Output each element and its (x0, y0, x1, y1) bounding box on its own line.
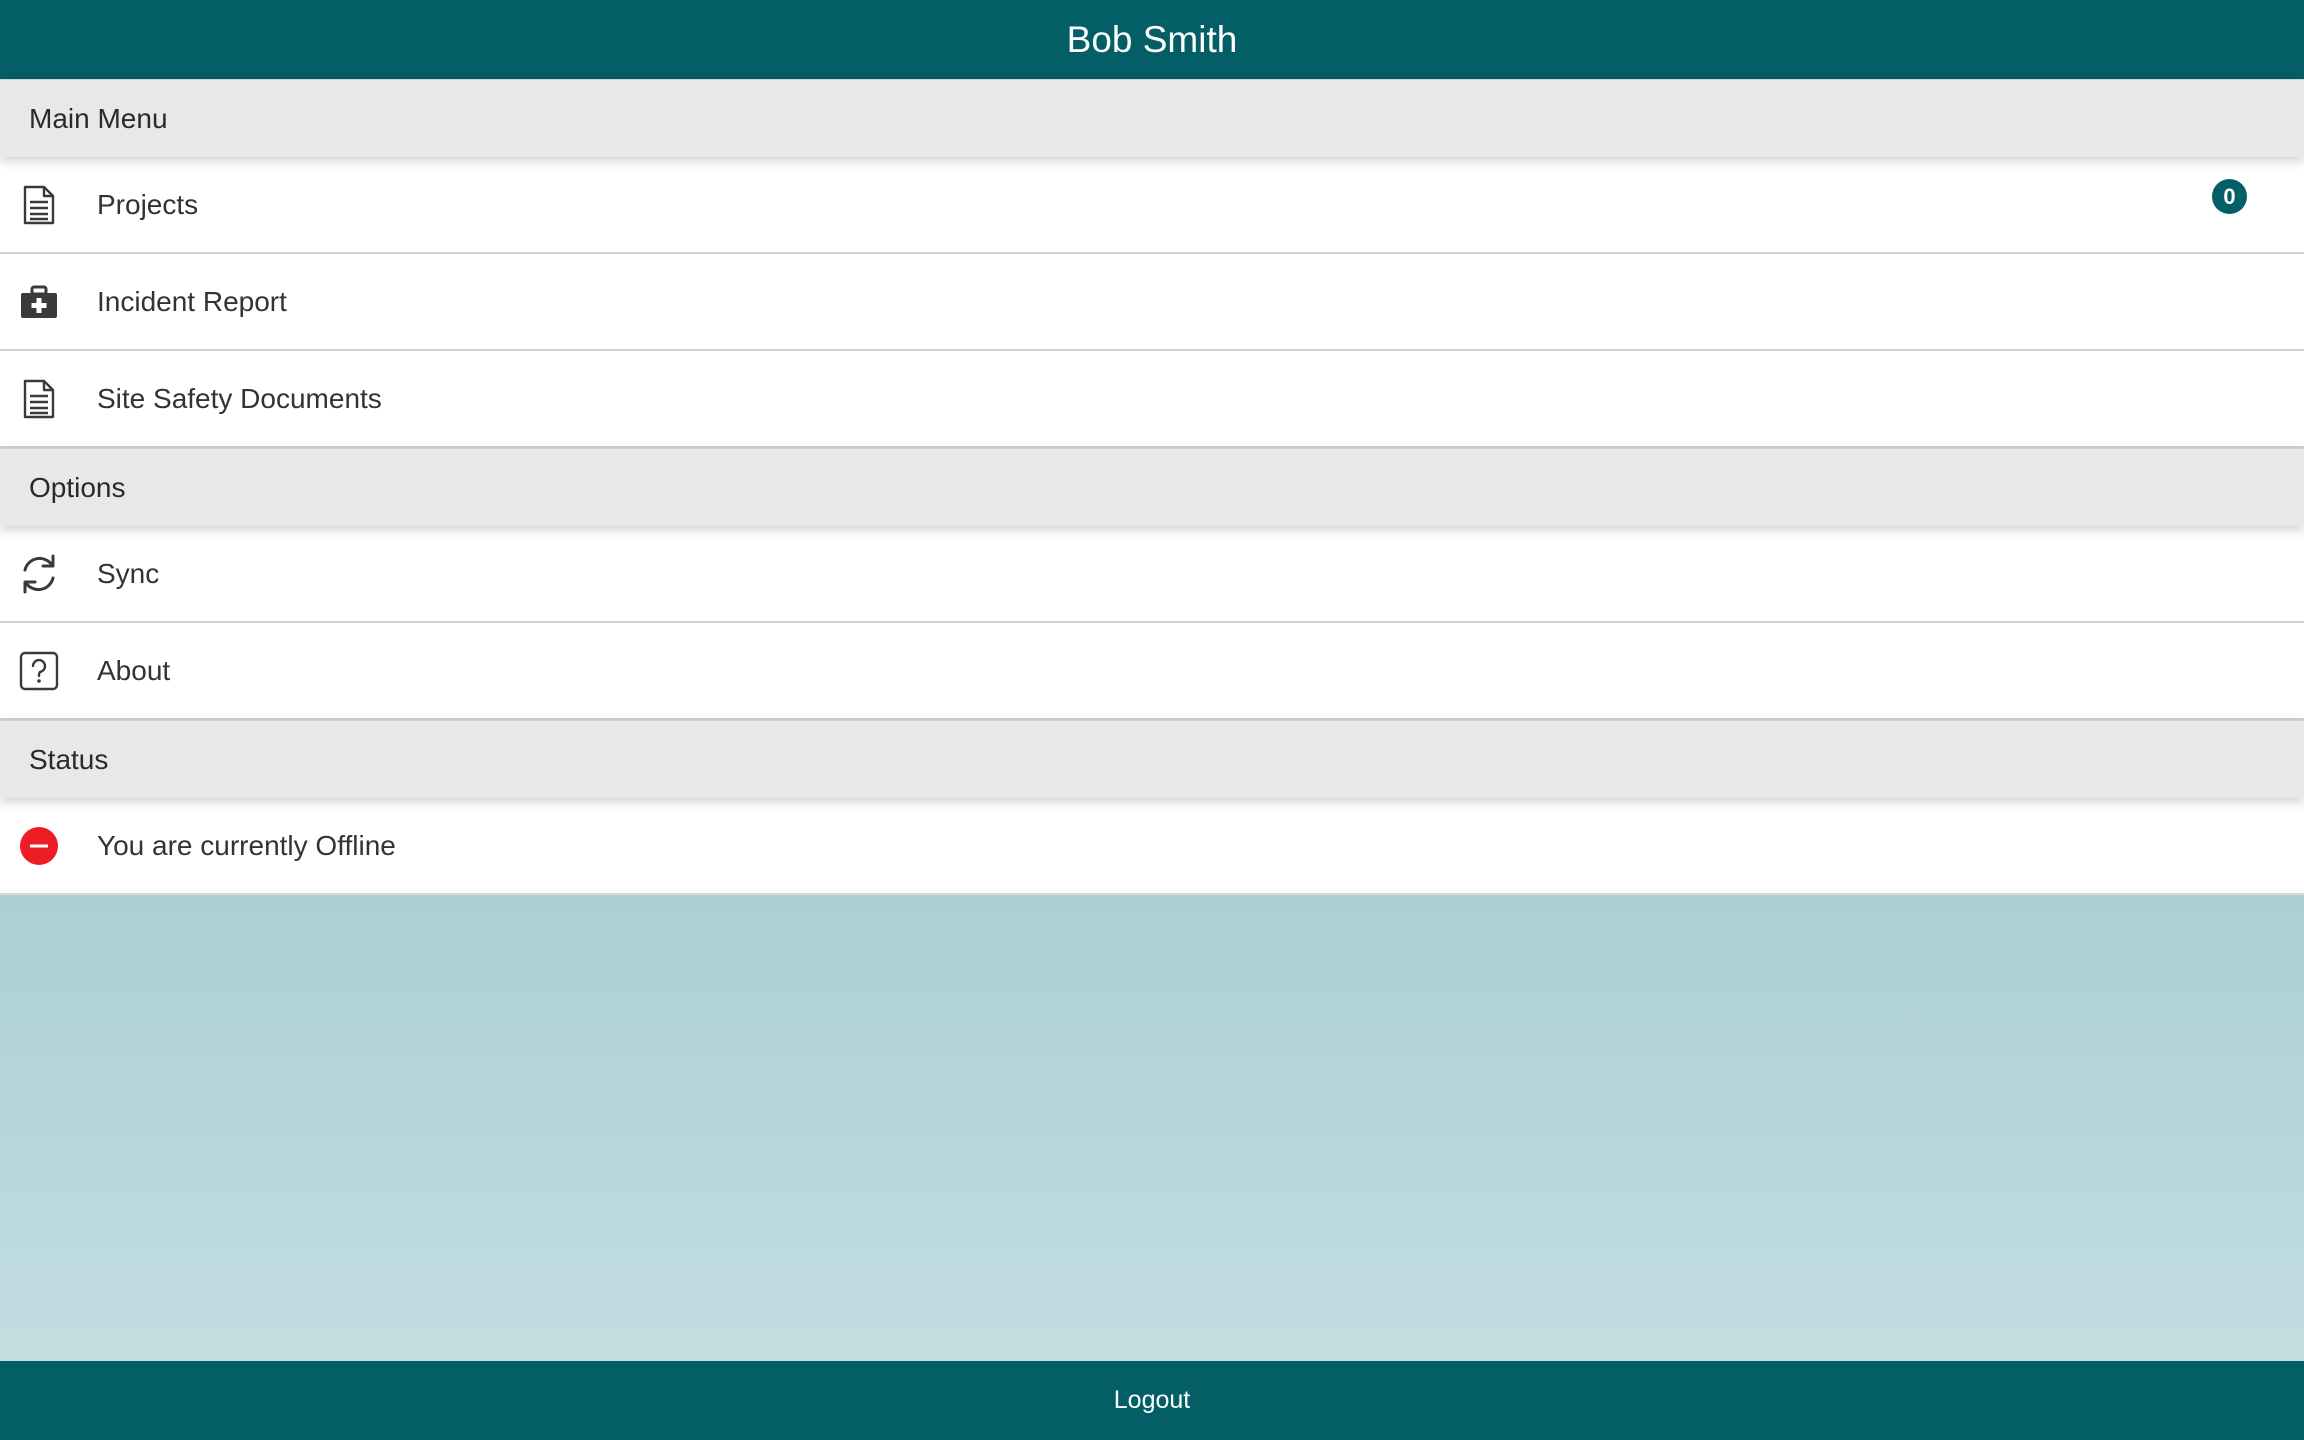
menu-list: Main Menu Projects 0 Incident Report Sit… (0, 79, 2304, 895)
section-header-main-menu: Main Menu (0, 79, 2304, 157)
menu-item-projects[interactable]: Projects 0 (0, 157, 2304, 254)
section-header-options: Options (0, 448, 2304, 526)
menu-item-about[interactable]: About (0, 623, 2304, 720)
section-label: Options (29, 471, 126, 503)
user-name-title: Bob Smith (1066, 18, 1238, 60)
logout-label: Logout (1113, 1386, 1191, 1414)
section-header-status: Status (0, 720, 2304, 798)
status-item-offline: You are currently Offline (0, 798, 2304, 895)
logout-button[interactable]: Logout (0, 1361, 2304, 1440)
menu-item-label: Site Safety Documents (97, 382, 382, 414)
menu-item-site-safety-documents[interactable]: Site Safety Documents (0, 351, 2304, 448)
menu-item-label: About (97, 654, 171, 686)
document-icon (18, 378, 60, 420)
menu-item-sync[interactable]: Sync (0, 526, 2304, 623)
menu-item-label: Incident Report (97, 285, 287, 317)
offline-icon (18, 825, 60, 867)
empty-background-area (0, 895, 2304, 1361)
projects-count-badge: 0 (2212, 179, 2247, 214)
app-root: Bob Smith Main Menu Projects 0 Incident … (0, 0, 2304, 1440)
menu-item-label: Projects (97, 188, 199, 220)
section-label: Status (29, 743, 109, 775)
question-icon (18, 650, 60, 692)
first-aid-kit-icon (18, 281, 60, 323)
menu-item-incident-report[interactable]: Incident Report (0, 254, 2304, 351)
menu-item-label: Sync (97, 557, 160, 589)
header-bar: Bob Smith (0, 0, 2304, 79)
sync-icon (18, 553, 60, 595)
document-icon (18, 184, 60, 226)
status-label: You are currently Offline (97, 829, 396, 861)
section-label: Main Menu (29, 102, 168, 134)
